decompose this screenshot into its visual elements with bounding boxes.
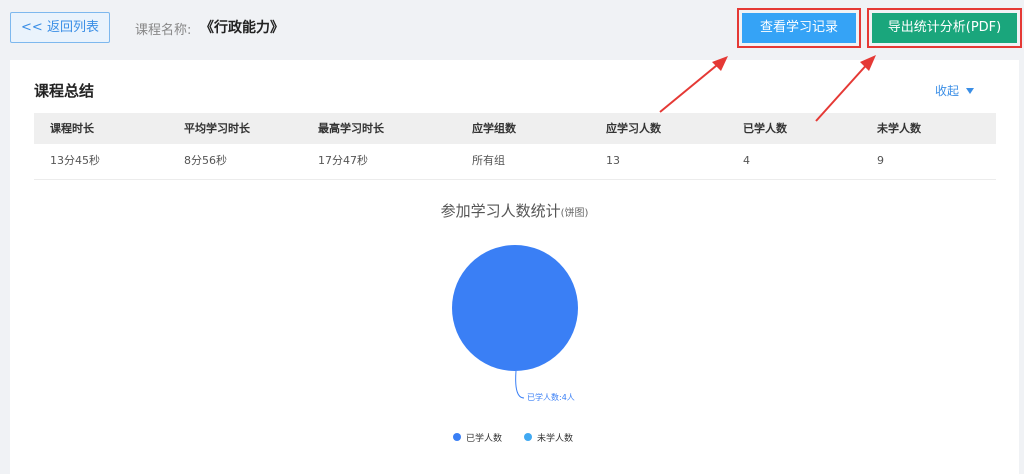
annotation-arrows (659, 55, 876, 122)
arrow-to-records (659, 60, 723, 113)
arrow-to-export (815, 60, 871, 122)
arrow-head-records (712, 56, 728, 71)
